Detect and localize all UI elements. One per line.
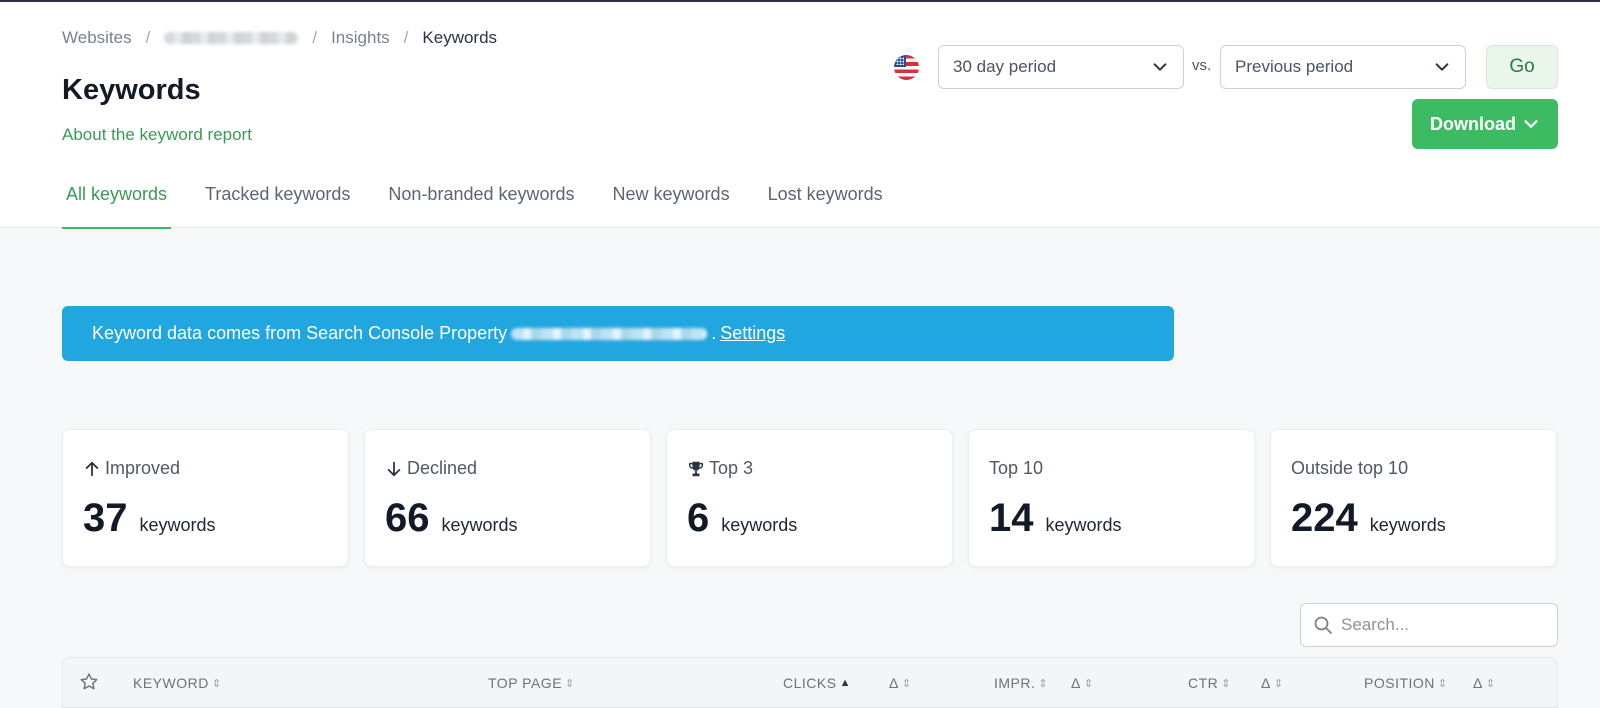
card-unit: keywords <box>441 515 518 535</box>
sort-icon: ⇕ <box>1038 677 1049 690</box>
sort-icon: ⇕ <box>1485 677 1496 690</box>
tab-lost-keywords[interactable]: Lost keywords <box>764 174 887 229</box>
compare-select-value: Previous period <box>1235 57 1354 76</box>
chevron-down-icon <box>1435 63 1449 71</box>
card-outside-top-10[interactable]: Outside top 10 224 keywords <box>1270 429 1557 567</box>
period-select[interactable]: 30 day period <box>938 45 1184 89</box>
trophy-icon <box>688 461 704 476</box>
card-value: 14 <box>989 496 1034 540</box>
about-keyword-report-link[interactable]: About the keyword report <box>62 125 252 145</box>
keywords-table-header: KEYWORD ⇕ TOP PAGE ⇕ CLICKS ▲ Δ ⇕ IMPR. ⇕ Δ ⇕ … <box>62 657 1558 708</box>
chevron-down-icon <box>1524 120 1538 128</box>
card-value: 6 <box>687 496 710 540</box>
sort-icon: ⇕ <box>901 677 912 690</box>
breadcrumb-insights[interactable]: Insights <box>331 28 390 48</box>
card-unit: keywords <box>1369 515 1446 535</box>
card-label: Improved <box>105 458 181 478</box>
page-title: Keywords <box>62 74 201 106</box>
search-input[interactable] <box>1341 615 1551 635</box>
breadcrumb-separator: / <box>312 28 318 47</box>
arrow-up-icon <box>85 461 99 476</box>
settings-link[interactable]: Settings <box>720 323 785 344</box>
card-value: 37 <box>83 496 128 540</box>
card-label: Top 3 <box>709 458 754 478</box>
tab-non-branded-keywords[interactable]: Non-branded keywords <box>384 174 578 229</box>
card-improved[interactable]: Improved 37 keywords <box>62 429 349 567</box>
card-value: 224 <box>1291 496 1358 540</box>
column-ctr-delta[interactable]: Δ ⇕ <box>1261 675 1284 691</box>
breadcrumb-separator: / <box>145 28 151 47</box>
arrow-down-icon <box>387 461 401 476</box>
column-clicks-delta[interactable]: Δ ⇕ <box>889 675 912 691</box>
page-header: Websites / / Insights / Keywords Keyword… <box>0 2 1600 229</box>
banner-text: Keyword data comes from Search Console P… <box>92 323 508 343</box>
search-console-banner: Keyword data comes from Search Console P… <box>62 306 1174 361</box>
compare-select[interactable]: Previous period <box>1220 45 1466 89</box>
card-unit: keywords <box>1045 515 1122 535</box>
column-clicks[interactable]: CLICKS ▲ <box>783 675 851 691</box>
card-unit: keywords <box>721 515 798 535</box>
breadcrumb-websites[interactable]: Websites <box>62 28 132 48</box>
column-position-delta[interactable]: Δ ⇕ <box>1473 675 1496 691</box>
sort-icon: ⇕ <box>1221 677 1231 690</box>
card-declined[interactable]: Declined 66 keywords <box>364 429 651 567</box>
column-keyword[interactable]: KEYWORD ⇕ <box>133 675 222 691</box>
sort-icon: ⇕ <box>565 677 575 690</box>
sort-icon: ⇕ <box>1437 677 1448 690</box>
card-label: Outside top 10 <box>1291 458 1409 478</box>
column-impressions-delta[interactable]: Δ ⇕ <box>1071 675 1094 691</box>
search-icon <box>1314 616 1332 634</box>
sort-icon: ⇕ <box>211 677 222 690</box>
download-button[interactable]: Download <box>1412 99 1558 149</box>
tab-new-keywords[interactable]: New keywords <box>609 174 734 229</box>
column-top-page[interactable]: TOP PAGE ⇕ <box>488 675 575 691</box>
breadcrumb-site-redacted[interactable] <box>164 32 299 44</box>
card-value: 66 <box>385 496 430 540</box>
card-top-10[interactable]: Top 10 14 keywords <box>968 429 1255 567</box>
vs-label: vs. <box>1192 57 1212 74</box>
breadcrumb-current: Keywords <box>422 28 498 47</box>
tab-tracked-keywords[interactable]: Tracked keywords <box>201 174 354 229</box>
star-icon[interactable] <box>79 672 99 692</box>
property-name-redacted <box>511 327 708 340</box>
column-ctr[interactable]: CTR ⇕ <box>1188 675 1231 691</box>
breadcrumb-separator: / <box>403 28 409 47</box>
card-label: Declined <box>407 458 478 478</box>
card-top-3[interactable]: Top 3 6 keywords <box>666 429 953 567</box>
column-position[interactable]: POSITION ⇕ <box>1364 675 1448 691</box>
sort-icon: ⇕ <box>1083 677 1094 690</box>
go-button[interactable]: Go <box>1486 45 1558 89</box>
chevron-down-icon <box>1153 63 1167 71</box>
tab-all-keywords[interactable]: All keywords <box>62 174 172 229</box>
download-button-label: Download <box>1430 113 1516 134</box>
breadcrumb: Websites / / Insights / Keywords <box>62 28 497 48</box>
column-impressions[interactable]: IMPR. ⇕ <box>994 675 1048 691</box>
summary-cards: Improved 37 keywords Declined 66 keyword… <box>62 429 1557 567</box>
keyword-tabs: All keywords Tracked keywords Non-brande… <box>62 174 917 229</box>
card-label: Top 10 <box>989 458 1044 478</box>
sort-asc-icon: ▲ <box>839 677 851 689</box>
card-unit: keywords <box>139 515 216 535</box>
keyword-search[interactable] <box>1300 603 1558 647</box>
us-flag-icon[interactable] <box>894 55 919 80</box>
period-select-value: 30 day period <box>953 57 1057 76</box>
sort-icon: ⇕ <box>1273 677 1284 690</box>
